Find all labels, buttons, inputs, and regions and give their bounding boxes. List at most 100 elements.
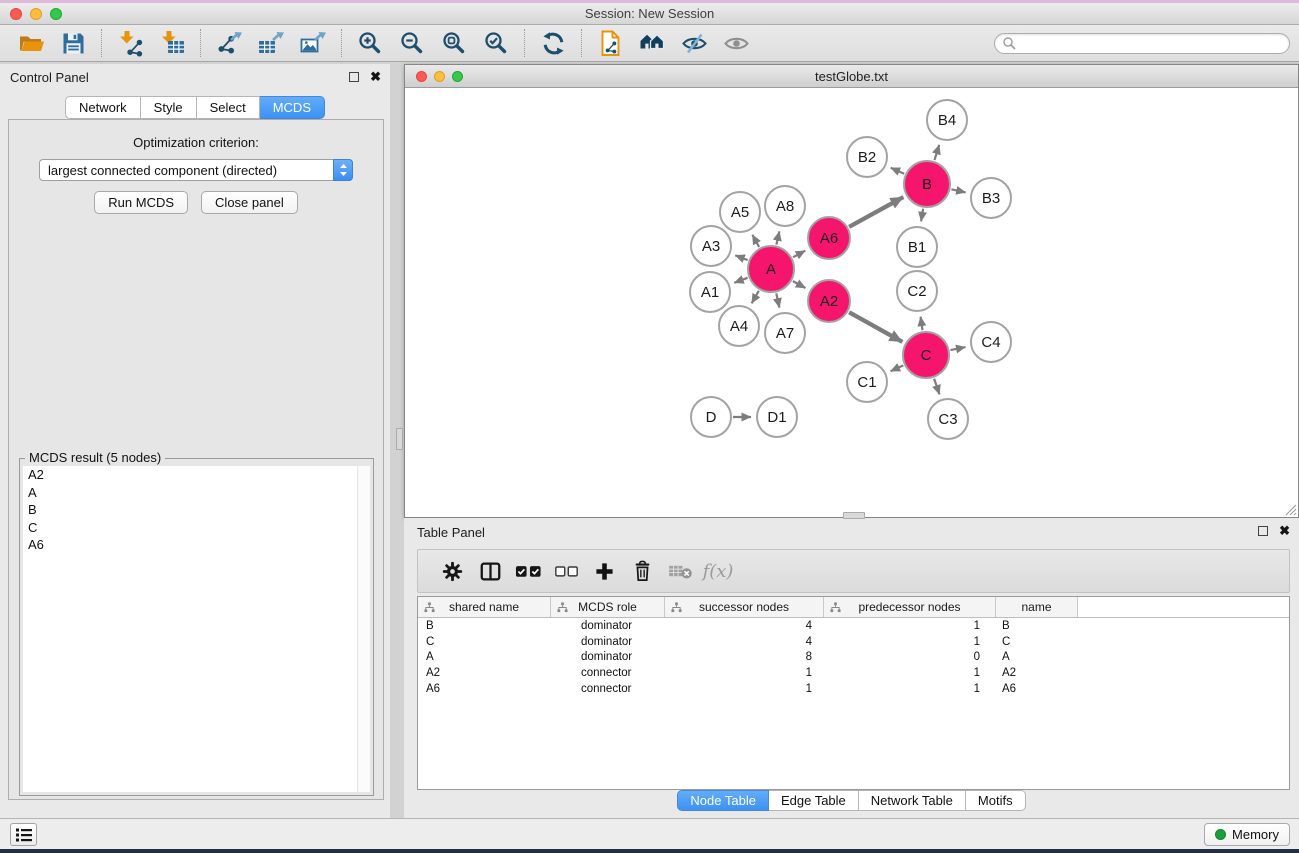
edge-A-A8[interactable] <box>776 231 779 244</box>
select-stepper[interactable] <box>333 159 353 181</box>
table-row[interactable]: Adominator80A <box>418 650 1289 666</box>
tab-node-table[interactable]: Node Table <box>677 790 769 811</box>
first-neighbors-button[interactable] <box>631 27 673 59</box>
edge-A-A5[interactable] <box>752 235 759 247</box>
node-D[interactable]: D <box>691 397 731 437</box>
node-C2[interactable]: C2 <box>897 271 937 311</box>
node-A2[interactable]: A2 <box>808 280 850 322</box>
table-mode-button[interactable] <box>433 552 471 590</box>
edge-A-A3[interactable] <box>735 255 747 260</box>
result-item[interactable]: C <box>23 519 370 537</box>
edge-C-C2[interactable] <box>921 317 923 331</box>
float-panel-icon[interactable] <box>349 72 359 82</box>
tab-network[interactable]: Network <box>65 96 141 119</box>
edge-C-C4[interactable] <box>951 347 966 350</box>
edge-B-B1[interactable] <box>921 209 923 222</box>
result-item[interactable]: B <box>23 501 370 519</box>
result-item[interactable]: A2 <box>23 466 370 484</box>
search-input[interactable] <box>1016 35 1289 51</box>
edge-A-A1[interactable] <box>734 278 747 283</box>
column-header-name[interactable]: name <box>996 597 1078 617</box>
tab-edge-table[interactable]: Edge Table <box>769 790 859 811</box>
show-columns-button[interactable] <box>471 552 509 590</box>
zoom-out-button[interactable] <box>391 27 433 59</box>
new-network-from-selection-button[interactable] <box>589 27 631 59</box>
hide-selected-button[interactable] <box>673 27 715 59</box>
table-row[interactable]: A2connector11A2 <box>418 665 1289 681</box>
export-image-button[interactable] <box>292 27 334 59</box>
tab-motifs[interactable]: Motifs <box>966 790 1026 811</box>
search-field[interactable] <box>994 33 1290 54</box>
zoom-fit-button[interactable] <box>433 27 475 59</box>
column-header-MCDS-role[interactable]: MCDS role <box>551 597 665 617</box>
tab-style[interactable]: Style <box>141 96 197 119</box>
node-A4[interactable]: A4 <box>719 306 759 346</box>
edge-A-A4[interactable] <box>752 291 759 304</box>
vertical-divider-grip[interactable] <box>396 428 403 450</box>
tab-network-table[interactable]: Network Table <box>859 790 966 811</box>
tab-select[interactable]: Select <box>197 96 260 119</box>
node-C4[interactable]: C4 <box>971 322 1011 362</box>
edge-B-B3[interactable] <box>951 189 965 192</box>
edge-B-B4[interactable] <box>935 145 940 160</box>
node-A5[interactable]: A5 <box>720 192 760 232</box>
edge-A-A2[interactable] <box>793 281 806 288</box>
node-C3[interactable]: C3 <box>928 399 968 439</box>
zoom-selected-button[interactable] <box>475 27 517 59</box>
node-A8[interactable]: A8 <box>765 186 805 226</box>
column-header-shared-name[interactable]: shared name <box>418 597 551 617</box>
edge-A6-B[interactable] <box>849 197 903 227</box>
network-canvas[interactable]: A A1 A2 A3 A4 A5 A6 A7 A8 B B1 B2 B3B4 C C1 C2 C3C4 D D1 <box>405 88 1298 517</box>
export-table-button[interactable] <box>250 27 292 59</box>
node-B2[interactable]: B2 <box>847 137 887 177</box>
float-table-panel-icon[interactable] <box>1258 526 1268 536</box>
node-C1[interactable]: C1 <box>847 362 887 402</box>
result-item[interactable]: A6 <box>23 536 370 554</box>
refresh-view-button[interactable] <box>532 27 574 59</box>
close-table-panel-icon[interactable]: ✖ <box>1279 525 1290 536</box>
close-panel-icon[interactable]: ✖ <box>370 71 381 82</box>
node-B3[interactable]: B3 <box>971 178 1011 218</box>
table-row[interactable]: Bdominator41B <box>418 618 1289 634</box>
column-header-successor-nodes[interactable]: successor nodes <box>665 597 824 617</box>
node-B[interactable]: B <box>904 161 950 207</box>
horizontal-divider-grip[interactable] <box>843 512 865 519</box>
memory-button[interactable]: Memory <box>1204 823 1290 846</box>
table-row[interactable]: Cdominator41C <box>418 634 1289 650</box>
resize-grip-icon[interactable] <box>1284 503 1297 516</box>
open-session-button[interactable] <box>10 27 52 59</box>
table-row[interactable]: A6connector11A6 <box>418 681 1289 697</box>
result-scrollbar[interactable] <box>357 466 370 792</box>
import-table-button[interactable] <box>151 27 193 59</box>
column-header-predecessor-nodes[interactable]: predecessor nodes <box>824 597 996 617</box>
close-panel-button[interactable]: Close panel <box>201 191 298 214</box>
edge-A-A7[interactable] <box>776 293 779 307</box>
node-C[interactable]: C <box>903 332 949 378</box>
export-network-button[interactable] <box>208 27 250 59</box>
node-A[interactable]: A <box>748 246 794 292</box>
tab-mcds[interactable]: MCDS <box>260 96 325 119</box>
deselect-all-button[interactable] <box>547 552 585 590</box>
edge-B-B2[interactable] <box>891 168 905 174</box>
show-all-button[interactable] <box>715 27 757 59</box>
edge-C-C3[interactable] <box>934 379 939 395</box>
node-B1[interactable]: B1 <box>897 227 937 267</box>
edge-A-A6[interactable] <box>793 251 805 258</box>
edge-C-C1[interactable] <box>891 365 904 371</box>
save-session-button[interactable] <box>52 27 94 59</box>
node-D1[interactable]: D1 <box>757 397 797 437</box>
task-history-button[interactable] <box>10 823 37 846</box>
select-all-button[interactable] <box>509 552 547 590</box>
node-A3[interactable]: A3 <box>691 226 731 266</box>
delete-columns-button[interactable] <box>623 552 661 590</box>
node-A1[interactable]: A1 <box>690 272 730 312</box>
node-A6[interactable]: A6 <box>808 217 850 259</box>
node-A7[interactable]: A7 <box>765 313 805 353</box>
node-B4[interactable]: B4 <box>927 100 967 140</box>
edge-A2-C[interactable] <box>849 312 902 342</box>
zoom-in-button[interactable] <box>349 27 391 59</box>
create-column-button[interactable] <box>585 552 623 590</box>
optimization-criterion-select[interactable]: largest connected component (directed) <box>39 159 353 181</box>
import-network-button[interactable] <box>109 27 151 59</box>
result-item[interactable]: A <box>23 484 370 502</box>
